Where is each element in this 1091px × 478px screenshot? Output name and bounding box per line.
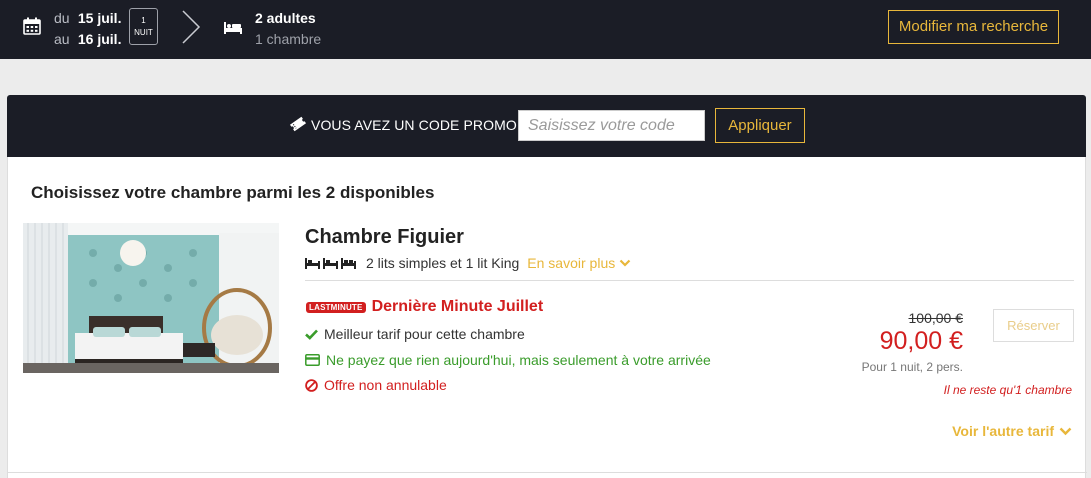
search-summary-bar: du 15 juil. au 16 juil. 1 NUIT 2 adultes… [0,0,1091,59]
date-from: 15 juil. [77,10,122,26]
stay-dates: du 15 juil. au 16 juil. [54,8,121,50]
room-title: Chambre Figuier [305,226,464,248]
lastminute-badge: LASTMINUTE [306,301,366,313]
room-photo[interactable] [23,223,279,373]
reserve-button[interactable]: Réserver [993,309,1074,342]
guests-summary: 2 adultes 1 chambre [255,8,321,50]
original-price: 100,00 € [908,310,964,326]
price-note: Pour 1 nuit, 2 pers. [861,360,963,374]
date-to-prefix: au [54,31,70,47]
rate-feature-label: Offre non annulable [324,377,447,393]
room-results: Choisissez votre chambre parmi les 2 dis… [7,157,1087,478]
other-rate-link[interactable]: Voir l'autre tarif [952,423,1072,439]
divider [305,280,1074,281]
bed-description: 2 lits simples et 1 lit King [366,255,520,271]
rate-feature-label: Meilleur tarif pour cette chambre [324,326,525,342]
bed-icon [323,257,338,269]
modify-search-button[interactable]: Modifier ma recherche [888,10,1059,44]
chevron-down-icon [1059,427,1072,435]
current-price: 90,00 € [879,327,963,355]
chevron-down-icon [619,259,631,267]
nights-count: 1 [141,16,146,25]
rate-feature-best-price: Meilleur tarif pour cette chambre [305,326,525,342]
more-info-link[interactable]: En savoir plus [527,255,631,271]
room-photo-illustration [23,223,279,373]
availability-note: Il ne reste qu'1 chambre [943,383,1072,397]
bed-icon [224,22,242,34]
rate-feature-pay-later: Ne payez que rien aujourd'hui, mais seul… [305,352,711,368]
chevron-right-icon [182,10,201,44]
calendar-icon [23,17,41,35]
divider [8,472,1087,473]
bed-info: 2 lits simples et 1 lit King En savoir p… [305,254,631,272]
bed-icon [341,257,356,269]
nights-badge: 1 NUIT [129,8,158,45]
credit-card-icon [305,354,320,366]
rate-feature-label: Ne payez que rien aujourd'hui, mais seul… [326,352,711,368]
no-entry-icon [305,378,318,392]
nights-label: NUIT [134,28,153,37]
adults-count: 2 adultes [255,10,316,26]
apply-promo-button[interactable]: Appliquer [715,108,805,143]
date-to: 16 juil. [77,31,122,47]
rate-name: Dernière Minute Juillet [371,298,544,315]
rate-header: LASTMINUTE Dernière Minute Juillet [306,298,543,316]
rate-feature-non-refundable: Offre non annulable [305,377,447,393]
other-rate-label: Voir l'autre tarif [952,423,1054,439]
ticket-icon [289,116,307,132]
promo-code-bar: VOUS AVEZ UN CODE PROMO ? Appliquer [7,95,1086,157]
more-info-label: En savoir plus [527,255,616,271]
results-heading: Choisissez votre chambre parmi les 2 dis… [31,183,435,202]
promo-label: VOUS AVEZ UN CODE PROMO ? [311,117,529,133]
bed-icon [305,257,320,269]
check-icon [305,329,318,340]
promo-code-input[interactable] [518,110,705,141]
date-from-prefix: du [54,10,70,26]
rooms-count: 1 chambre [255,31,322,47]
